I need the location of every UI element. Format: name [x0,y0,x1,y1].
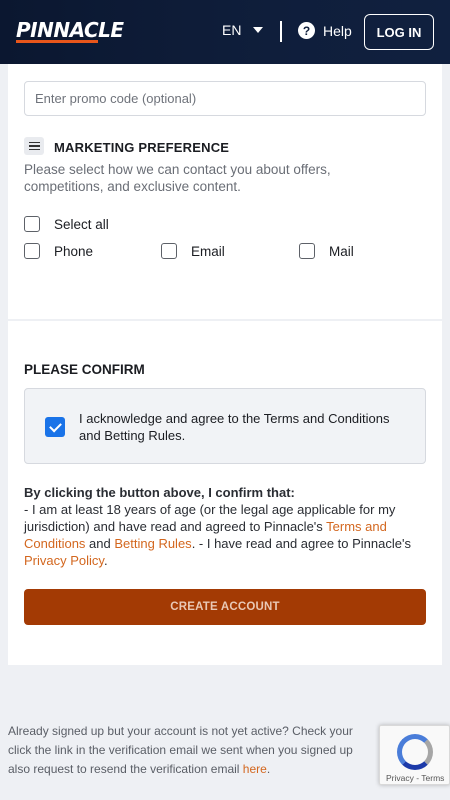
mail-checkbox[interactable] [299,243,315,259]
statement-part2: . - I have read and agree to Pinnacle's [191,536,411,551]
create-account-button[interactable]: CREATE ACCOUNT [24,589,426,625]
acknowledge-checkbox[interactable] [45,417,65,437]
promo-code-input[interactable] [24,81,426,116]
select-all-checkbox[interactable] [24,216,40,232]
top-header: PINNACLE EN ? Help LOG IN [0,0,450,64]
registration-card-marketing: MARKETING PREFERENCE Please select how w… [8,64,442,319]
phone-option[interactable]: Phone [24,243,93,259]
mail-option[interactable]: Mail [299,243,354,259]
help-link[interactable]: ? Help [298,22,352,39]
pinnacle-logo[interactable]: PINNACLE [16,20,124,40]
activation-line-3-period: . [266,762,271,776]
activation-line-3-text: also request to resend the verification … [8,762,243,776]
logo-underline [16,40,98,43]
help-icon: ? [298,22,315,39]
header-divider [280,21,282,42]
activation-notice: Already signed up but your account is no… [8,722,388,779]
phone-label: Phone [54,243,94,259]
help-label: Help [323,22,352,39]
resend-here-link[interactable]: here [243,762,267,776]
betting-rules-link[interactable]: Betting Rules [114,536,191,551]
sliders-icon [24,137,44,155]
language-label: EN [222,22,242,38]
privacy-policy-link[interactable]: Privacy Policy [24,553,104,568]
activation-line-2: click the link in the verification email… [8,743,353,757]
activation-line-1: Already signed up but your account is no… [8,724,353,738]
and-text: and [85,536,115,551]
activation-line-3: also request to resend the verification … [8,760,388,779]
please-confirm-title: PLEASE CONFIRM [24,362,145,377]
statement-period: . [103,553,108,568]
login-button[interactable]: LOG IN [364,14,434,50]
confirmation-intro: By clicking the button above, I confirm … [24,485,295,500]
select-all-option[interactable]: Select all [24,216,109,232]
chevron-down-icon [253,27,264,33]
mail-label: Mail [329,243,354,259]
email-option[interactable]: Email [161,243,225,259]
marketing-preference-description: Please select how we can contact you abo… [24,162,331,194]
recaptcha-links[interactable]: Privacy - Terms [386,773,444,783]
email-checkbox[interactable] [161,243,177,259]
email-label: Email [191,243,225,259]
select-all-label: Select all [54,216,109,232]
phone-checkbox[interactable] [24,243,40,259]
acknowledge-text: I acknowledge and agree to the Terms and… [79,411,390,443]
language-selector[interactable]: EN [222,22,264,38]
acknowledge-box: I acknowledge and agree to the Terms and… [24,388,426,464]
marketing-preference-title: MARKETING PREFERENCE [54,140,230,155]
recaptcha-icon [397,734,433,770]
confirmation-statement: By clicking the button above, I confirm … [24,484,428,569]
recaptcha-badge[interactable]: Privacy - Terms [379,725,450,785]
registration-card-confirm: PLEASE CONFIRM I acknowledge and agree t… [8,321,442,665]
